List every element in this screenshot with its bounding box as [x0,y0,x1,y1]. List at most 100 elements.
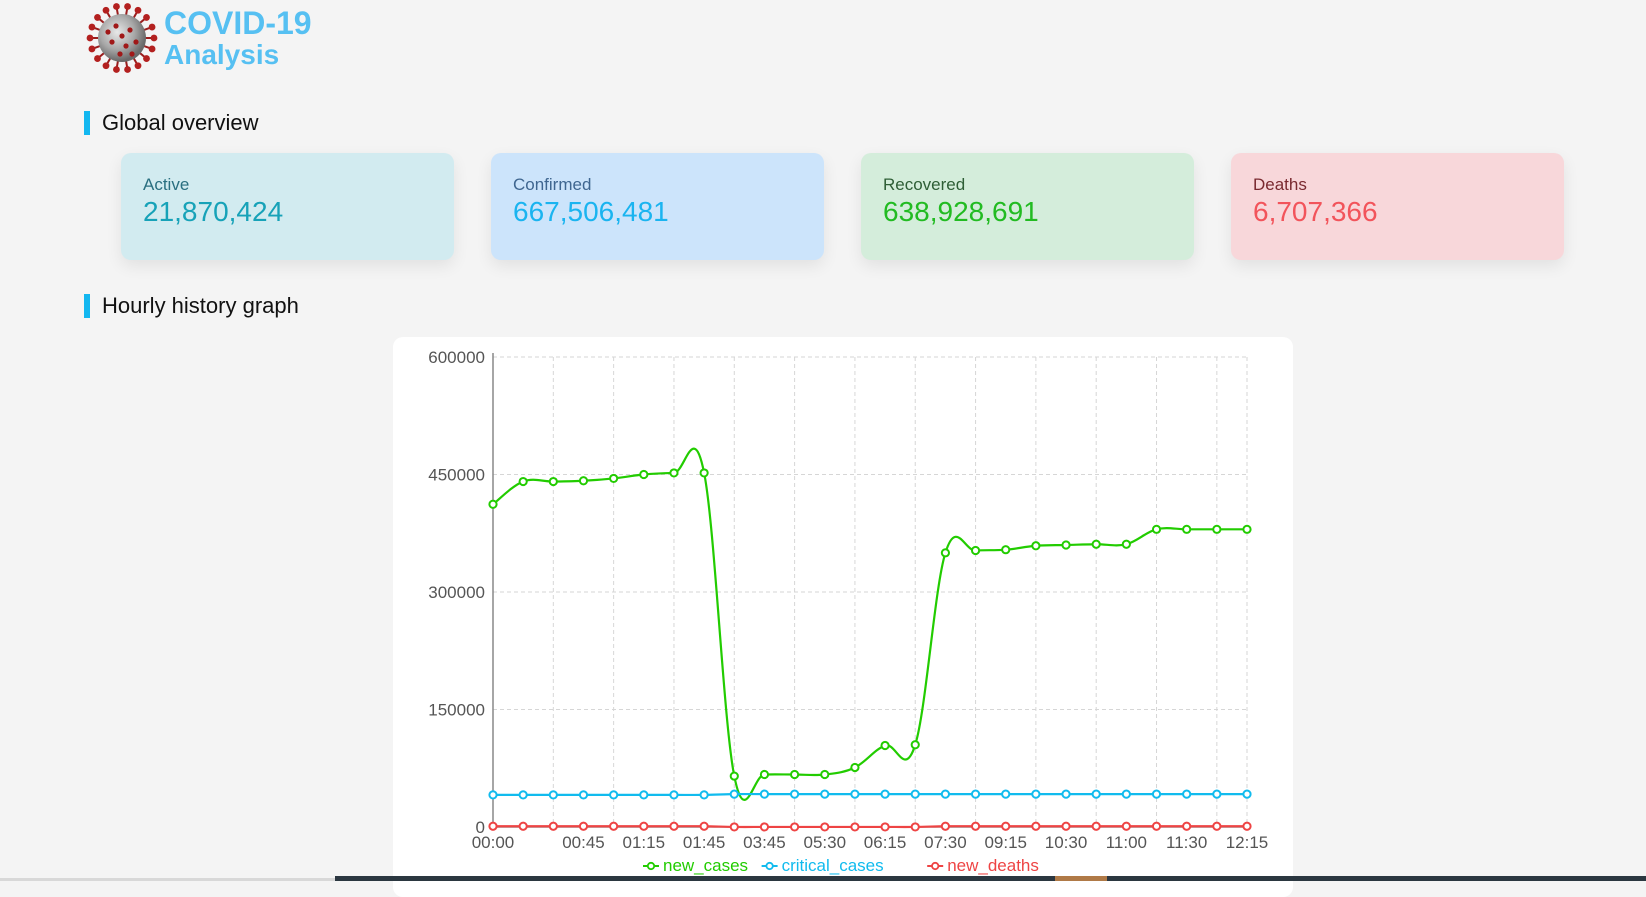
data-point-new_deaths [699,821,709,831]
x-tick-label: 03:45 [743,833,786,852]
legend-marker [931,861,940,871]
recovered-card: Recovered 638,928,691 [861,153,1194,260]
data-point-new_cases [970,545,981,556]
data-point-critical_cases [669,790,679,800]
data-point-new_deaths [1091,821,1101,831]
bottom-edge [335,876,1646,881]
x-tick-label: 06:15 [864,833,907,852]
app-logo: COVID-19 Analysis [86,0,312,76]
data-point-new_cases [790,769,800,780]
x-tick-label: 12:15 [1226,833,1269,852]
data-point-critical_cases [940,789,951,799]
data-point-new_cases [1212,524,1222,534]
y-tick-label: 450000 [428,466,485,485]
data-point-new_deaths [1121,821,1131,831]
data-point-new_cases [1061,540,1071,550]
data-point-new_cases [1121,539,1131,549]
series-line-new_cases [492,447,1247,801]
data-point-new_deaths [850,822,860,832]
data-point-new_cases [518,476,528,487]
data-point-critical_cases [639,790,649,800]
data-point-new_deaths [1151,821,1162,831]
recovered-label: Recovered [883,175,966,194]
data-point-critical_cases [1121,789,1131,799]
x-tick-label: 01:45 [683,833,726,852]
data-point-new_deaths [1001,821,1011,831]
data-point-new_deaths [729,822,739,832]
active-card: Active 21,870,424 [121,153,454,260]
data-point-new_cases [1242,524,1252,534]
recovered-value: 638,928,691 [883,196,1039,227]
series-line-new_deaths [493,825,1247,829]
x-tick-label: 01:15 [623,833,666,852]
data-point-new_deaths [1182,821,1192,831]
data-point-critical_cases [1031,789,1041,799]
data-point-new_deaths [609,821,619,831]
data-point-new_cases [639,469,649,480]
data-point-new_deaths [669,821,679,831]
data-point-critical_cases [548,790,558,800]
deaths-card: Deaths 6,707,366 [1231,153,1564,260]
data-point-critical_cases [910,789,920,799]
data-point-new_deaths [548,821,558,831]
data-point-new_deaths [759,822,770,832]
data-point-critical_cases [880,789,890,799]
legend-label: critical_cases [782,856,884,875]
data-point-critical_cases [518,790,528,800]
data-point-new_deaths [639,821,649,831]
data-point-new_cases [669,468,679,478]
x-tick-label: 09:15 [984,833,1027,852]
active-label: Active [143,175,190,194]
data-point-new_cases [548,476,558,487]
global-overview-heading: Global overview [84,110,259,135]
data-point-new_deaths [940,821,951,831]
data-point-critical_cases [1212,789,1222,799]
app-subtitle: Analysis [164,39,280,71]
x-tick-label: 00:00 [472,833,515,852]
bottom-edge-mark [1055,876,1107,881]
y-tick-label: 300000 [428,583,485,602]
data-point-new_cases [1031,541,1041,551]
data-point-new_cases [820,769,830,780]
data-point-critical_cases [1001,789,1011,799]
global-overview-title: Global overview [102,110,259,135]
data-point-new_cases [880,740,890,751]
data-point-new_cases [699,468,709,478]
data-point-critical_cases [790,789,800,799]
data-point-new_cases [910,740,920,750]
y-tick-label: 150000 [428,701,485,720]
deaths-label: Deaths [1253,175,1307,194]
y-tick-label: 600000 [428,348,485,367]
chart-panel: 0 150000 300000 450000 600000 00:00 00:45 01:15… [393,337,1293,897]
data-point-critical_cases [729,789,739,799]
data-point-critical_cases [578,790,589,800]
data-point-new_deaths [1031,821,1041,831]
section-accent-bar [84,111,90,135]
data-point-critical_cases [1151,789,1162,799]
data-point-critical_cases [759,789,770,799]
confirmed-value: 667,506,481 [513,196,669,227]
data-point-new_deaths [578,821,589,831]
data-point-new_deaths [910,822,920,832]
data-point-new_cases [1091,539,1101,549]
active-value: 21,870,424 [143,196,284,227]
x-tick-label: 11:00 [1106,833,1147,852]
data-point-new_deaths [1212,821,1222,831]
data-point-new_cases [488,499,498,509]
virus-icon [86,3,158,73]
data-point-new_cases [729,771,739,781]
deaths-value: 6,707,366 [1253,196,1378,227]
data-point-new_deaths [820,822,830,832]
data-point-critical_cases [488,790,498,800]
hourly-history-title: Hourly history graph [102,293,299,318]
data-point-critical_cases [1091,789,1101,799]
app-title: COVID-19 [164,4,312,41]
data-point-new_cases [1001,545,1011,555]
data-point-critical_cases [850,789,860,799]
section-accent-bar [84,294,90,318]
series-line-critical_cases [493,792,1247,797]
data-point-new_deaths [518,821,528,831]
x-tick-label: 10:30 [1045,833,1088,852]
data-point-critical_cases [1061,789,1071,799]
data-point-critical_cases [1182,789,1192,799]
